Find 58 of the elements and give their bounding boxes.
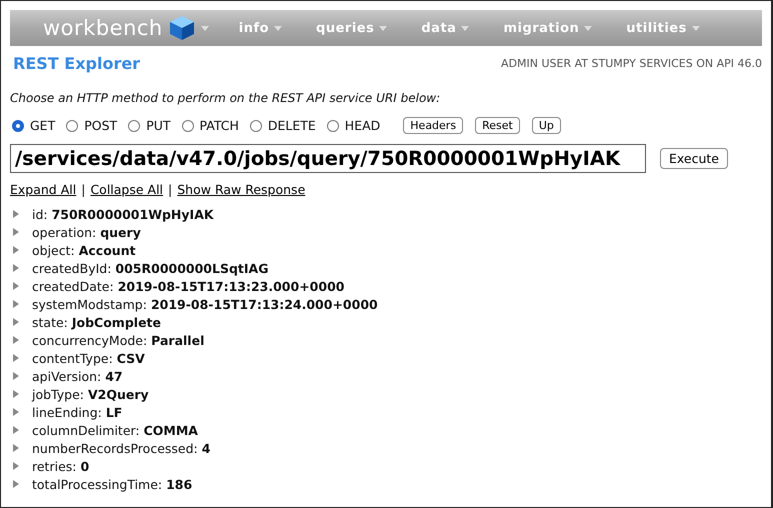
action-button[interactable]: Up [532, 117, 561, 134]
expand-icon[interactable] [13, 300, 19, 308]
uri-field[interactable]: /services/data/v47.0/jobs/query/750R0000001WpHyIAK [10, 144, 646, 173]
method-radio[interactable]: PATCH [182, 118, 239, 133]
field-text: operation: query [32, 224, 141, 240]
separator: | [168, 182, 172, 197]
expand-icon[interactable] [13, 246, 19, 254]
expand-icon[interactable] [13, 390, 19, 398]
field-text: contentType: CSV [32, 350, 145, 366]
expand-icon[interactable] [13, 444, 19, 452]
method-radio[interactable]: PUT [128, 118, 171, 133]
method-radio[interactable]: POST [66, 118, 118, 133]
expand-icon[interactable] [13, 462, 19, 470]
expand-icon[interactable] [13, 354, 19, 362]
field-text: totalProcessingTime: 186 [32, 476, 192, 492]
caret-icon [692, 26, 700, 30]
expand-icon[interactable] [13, 480, 19, 488]
caret-icon [461, 26, 470, 30]
user-info: ADMIN USER AT STUMPY SERVICES ON API 46.0 [501, 57, 762, 70]
link[interactable]: Collapse All [90, 182, 164, 197]
field-text: columnDelimiter: COMMA [32, 422, 198, 438]
field-text: systemModstamp: 2019-08-15T17:13:24.000+0000 [32, 296, 378, 312]
method-radio[interactable]: GET [12, 118, 56, 133]
instruction-text: Choose an HTTP method to perform on the REST API service URI below: [9, 90, 442, 105]
caret-icon [379, 26, 388, 30]
action-button[interactable]: Reset [475, 117, 520, 134]
expand-icon[interactable] [13, 372, 19, 380]
field-text: state: JobComplete [32, 314, 161, 330]
method-radio[interactable]: DELETE [250, 118, 316, 133]
separator: | [81, 182, 86, 197]
field-text: numberRecordsProcessed: 4 [32, 440, 210, 456]
link[interactable]: Expand All [10, 182, 76, 197]
field-text: createdDate: 2019-08-15T17:13:23.000+0000 [32, 278, 344, 294]
field-text: jobType: V2Query [32, 386, 149, 402]
link[interactable]: Show Raw Response [177, 182, 306, 197]
caret-icon [584, 26, 592, 30]
page-title: REST Explorer [13, 54, 140, 73]
field-text: retries: 0 [32, 458, 90, 474]
expand-icon[interactable] [13, 318, 19, 326]
expand-icon[interactable] [13, 408, 19, 416]
caret-icon [200, 26, 209, 30]
field-text: object: Account [32, 242, 136, 258]
field-text: concurrencyMode: Parallel [32, 332, 204, 348]
execute-button[interactable]: Execute [660, 148, 728, 169]
expand-icon[interactable] [13, 336, 19, 344]
field-text: createdById: 005R0000000LSqtIAG [32, 260, 268, 276]
caret-icon [274, 26, 282, 30]
expand-icon[interactable] [13, 264, 19, 272]
expand-icon[interactable] [13, 228, 19, 236]
method-radio[interactable]: HEAD [326, 118, 380, 133]
field-text: id: 750R0000001WpHyIAK [32, 206, 214, 222]
field-text: lineEnding: LF [32, 404, 122, 420]
action-button[interactable]: Headers [403, 117, 464, 134]
cube-icon [168, 15, 195, 41]
expand-icon[interactable] [13, 282, 19, 290]
field-text: apiVersion: 47 [32, 368, 123, 384]
expand-icon[interactable] [13, 426, 19, 434]
expand-icon[interactable] [13, 210, 19, 218]
